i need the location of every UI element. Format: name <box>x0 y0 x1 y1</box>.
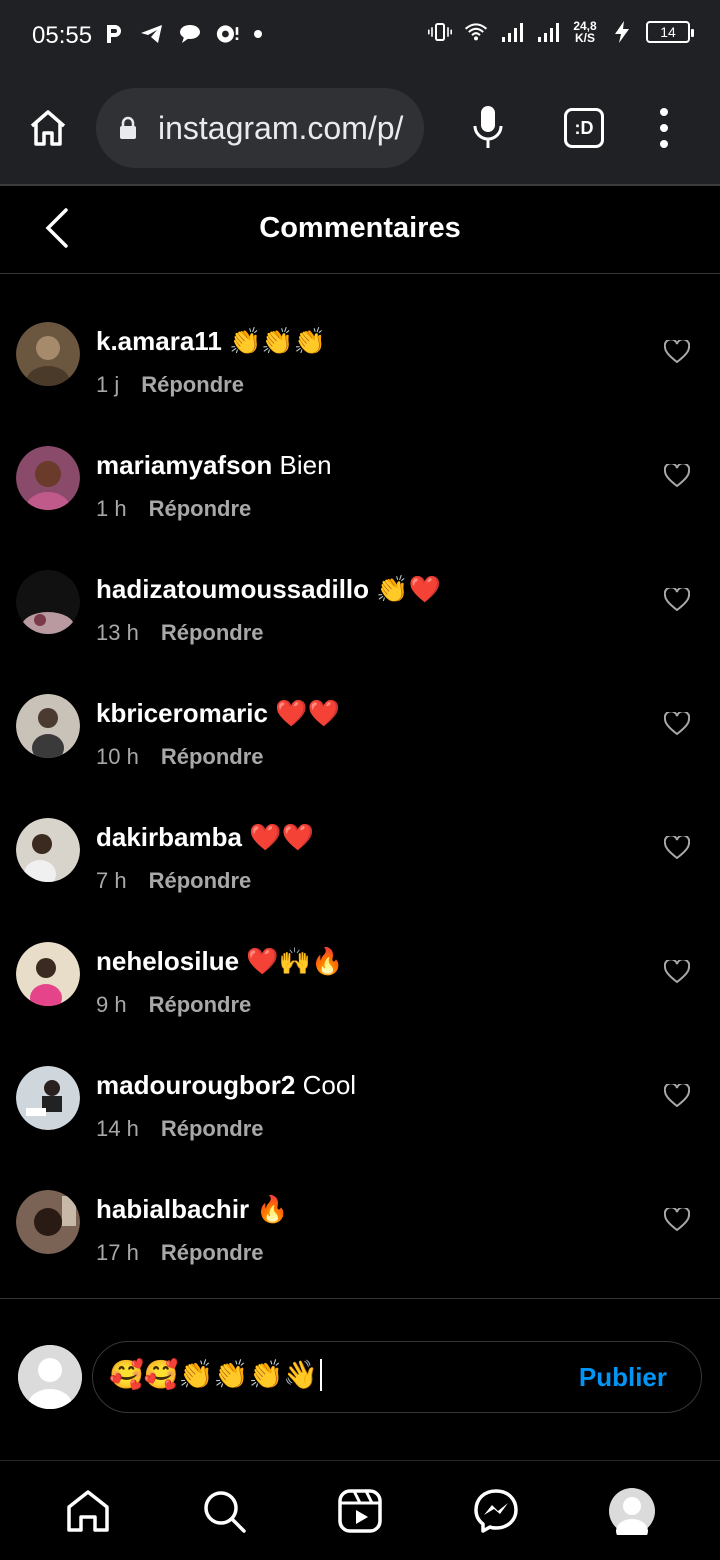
avatar[interactable] <box>16 1066 80 1130</box>
comment-time: 10 h <box>96 744 139 769</box>
reply-button[interactable]: Répondre <box>149 868 252 894</box>
comment-time: 7 h <box>96 868 127 893</box>
comment-item: mariamyafson Bien 1 h Répondre <box>0 440 720 564</box>
system-icons: 24,8 K/S 14 <box>428 20 694 44</box>
lock-icon <box>116 116 140 140</box>
comment-time: 14 h <box>96 1116 139 1141</box>
reply-button[interactable]: Répondre <box>141 372 244 398</box>
avatar[interactable] <box>16 570 80 634</box>
comment-text: ❤️❤️ <box>275 698 340 728</box>
status-time: 05:55 <box>32 22 93 49</box>
reels-icon[interactable] <box>336 1487 384 1535</box>
vibrate-icon <box>428 20 452 44</box>
charging-icon <box>610 20 634 44</box>
url-bar[interactable]: instagram.com/p/ <box>96 88 424 168</box>
reply-button[interactable]: Répondre <box>149 992 252 1018</box>
comment-input[interactable]: 🥰🥰👏👏👏👋 Publier <box>92 1341 702 1413</box>
like-heart-icon[interactable] <box>663 1082 691 1108</box>
bottom-navigation <box>0 1460 720 1560</box>
status-bar: 05:55 24,8 K/S 14 <box>0 0 720 72</box>
signal-icon-2 <box>536 20 560 44</box>
publish-button[interactable]: Publier <box>579 1362 667 1393</box>
comment-time: 13 h <box>96 620 139 645</box>
comment-item: dakirbamba ❤️❤️ 7 h Répondre <box>0 812 720 936</box>
comment-time: 1 h <box>96 496 127 521</box>
comments-header: Commentaires <box>0 186 720 274</box>
comment-item: kbriceromaric ❤️❤️ 10 h Répondre <box>0 688 720 812</box>
comment-input-value[interactable]: 🥰🥰👏👏👏👋 <box>109 1358 318 1391</box>
notification-icons <box>102 22 262 46</box>
comment-item: hadizatoumoussadillo 👏❤️ 13 h Répondre <box>0 564 720 688</box>
microphone-icon[interactable] <box>468 102 508 154</box>
profile-icon[interactable] <box>608 1487 656 1543</box>
app-notification-icon <box>216 22 240 46</box>
comment-username[interactable]: dakirbamba <box>96 822 242 852</box>
browser-menu-icon[interactable] <box>654 108 674 148</box>
avatar[interactable] <box>16 942 80 1006</box>
like-heart-icon[interactable] <box>663 586 691 612</box>
telegram-icon <box>140 22 164 46</box>
comment-text: Bien <box>279 450 332 480</box>
avatar[interactable] <box>16 446 80 510</box>
url-text[interactable]: instagram.com/p/ <box>158 110 403 147</box>
network-speed-unit: K/S <box>574 31 595 45</box>
reply-button[interactable]: Répondre <box>161 744 264 770</box>
comment-text: 👏👏👏 <box>229 326 327 356</box>
comment-item: k.amara11 👏👏👏 1 j Répondre <box>0 316 720 440</box>
comment-time: 1 j <box>96 372 120 397</box>
wifi-icon <box>464 20 488 44</box>
network-speed: 24,8 K/S <box>572 20 598 44</box>
avatar[interactable] <box>16 1190 80 1254</box>
browser-home-icon[interactable] <box>24 104 72 152</box>
home-icon[interactable] <box>64 1487 112 1535</box>
messenger-icon[interactable] <box>472 1487 520 1535</box>
comment-time: 9 h <box>96 992 127 1017</box>
comment-username[interactable]: madourougbor2 <box>96 1070 295 1100</box>
reply-button[interactable]: Répondre <box>161 620 264 646</box>
comment-item: habialbachir 🔥 17 h Répondre <box>0 1184 720 1308</box>
comment-text: Cool <box>302 1070 357 1100</box>
parking-icon <box>102 22 126 46</box>
comment-text: 🔥 <box>256 1194 289 1224</box>
text-cursor <box>320 1358 323 1391</box>
like-heart-icon[interactable] <box>663 710 691 736</box>
comment-item: madourougbor2 Cool 14 h Répondre <box>0 1060 720 1184</box>
comment-text: ❤️❤️ <box>249 822 314 852</box>
comment-item: nehelosilue ❤️🙌🔥 9 h Répondre <box>0 936 720 1060</box>
like-heart-icon[interactable] <box>663 958 691 984</box>
like-heart-icon[interactable] <box>663 338 691 364</box>
reply-button[interactable]: Répondre <box>161 1240 264 1266</box>
comment-time: 17 h <box>96 1240 139 1265</box>
like-heart-icon[interactable] <box>663 1206 691 1232</box>
like-heart-icon[interactable] <box>663 834 691 860</box>
comment-username[interactable]: k.amara11 <box>96 326 222 356</box>
comment-username[interactable]: hadizatoumoussadillo <box>96 574 369 604</box>
signal-icon-1 <box>500 20 524 44</box>
comment-username[interactable]: mariamyafson <box>96 450 272 480</box>
browser-toolbar: instagram.com/p/ :D <box>0 72 720 186</box>
comment-text: ❤️🙌🔥 <box>246 946 344 976</box>
avatar[interactable] <box>16 694 80 758</box>
comment-text: 👏❤️ <box>376 574 442 604</box>
avatar[interactable] <box>16 818 80 882</box>
chat-bubble-icon <box>178 22 202 46</box>
comment-username[interactable]: nehelosilue <box>96 946 239 976</box>
tab-switcher-button[interactable]: :D <box>564 108 604 148</box>
comment-username[interactable]: kbriceromaric <box>96 698 268 728</box>
current-user-avatar <box>18 1345 82 1409</box>
page-title: Commentaires <box>259 212 461 244</box>
comment-composer: 🥰🥰👏👏👏👋 Publier <box>0 1298 720 1460</box>
avatar[interactable] <box>16 322 80 386</box>
reply-button[interactable]: Répondre <box>149 496 252 522</box>
comment-username[interactable]: habialbachir <box>96 1194 249 1224</box>
search-icon[interactable] <box>200 1487 248 1535</box>
reply-button[interactable]: Répondre <box>161 1116 264 1142</box>
like-heart-icon[interactable] <box>663 462 691 488</box>
battery-indicator: 14 <box>646 21 694 43</box>
more-notifications-dot <box>254 30 262 38</box>
